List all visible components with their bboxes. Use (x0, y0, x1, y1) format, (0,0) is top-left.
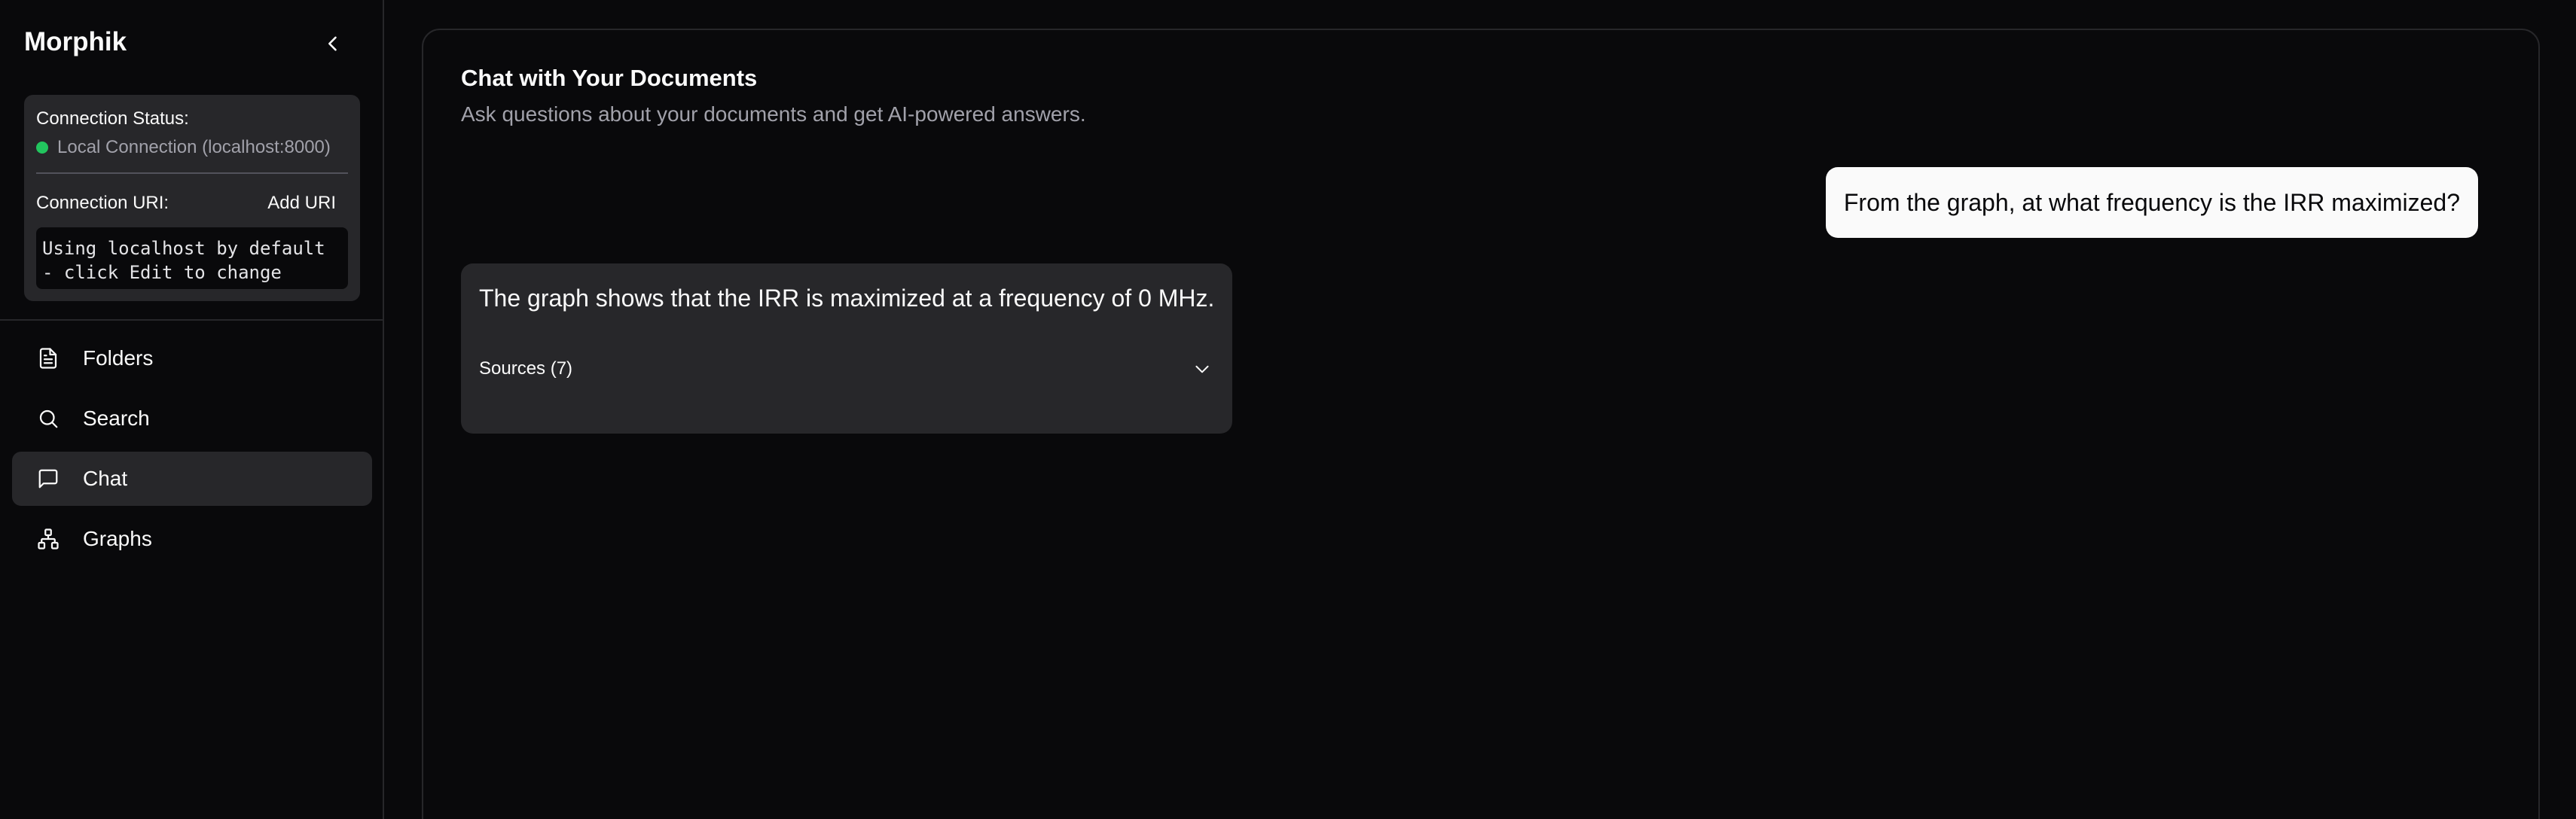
connection-uri-label: Connection URI: (36, 193, 169, 213)
connection-uri-box: Using localhost by default - click Edit … (36, 227, 348, 289)
sidebar: Morphik Connection Status: Local Connect… (0, 0, 384, 819)
chevron-left-icon (328, 36, 337, 51)
document-icon (36, 346, 60, 370)
page-title: Chat with Your Documents (461, 65, 758, 91)
brand-title: Morphik (24, 27, 127, 56)
sources-toggle[interactable]: Sources (7) (479, 348, 1214, 390)
connection-divider (36, 172, 348, 174)
status-dot-icon (36, 142, 48, 154)
connection-status-text: Local Connection (localhost:8000) (57, 137, 331, 157)
sidebar-item-label: Chat (83, 467, 128, 490)
sidebar-item-graphs[interactable]: Graphs (12, 512, 372, 566)
sidebar-item-folders[interactable]: Folders (12, 331, 372, 385)
add-uri-button[interactable]: Add URI (267, 193, 336, 214)
connection-status-label: Connection Status: (36, 108, 189, 129)
connection-status: Local Connection (localhost:8000) (36, 137, 331, 158)
app-root: Morphik Connection Status: Local Connect… (0, 0, 2576, 819)
page-subtitle: Ask questions about your documents and g… (461, 102, 1086, 126)
sidebar-nav: Folders Search Chat Graphs (12, 331, 372, 572)
sources-label: Sources (7) (479, 358, 573, 379)
sidebar-item-label: Search (83, 406, 150, 430)
chevron-down-icon (1190, 357, 1214, 381)
chat-panel: Chat with Your Documents Ask questions a… (422, 29, 2540, 819)
sidebar-item-label: Graphs (83, 527, 152, 550)
sidebar-divider (0, 319, 383, 321)
chat-icon (36, 467, 60, 491)
user-message: From the graph, at what frequency is the… (1825, 167, 2478, 238)
graph-icon (36, 527, 60, 551)
search-icon (36, 406, 60, 431)
sidebar-item-chat[interactable]: Chat (12, 452, 372, 506)
sidebar-item-search[interactable]: Search (12, 391, 372, 446)
collapse-sidebar-button[interactable] (316, 27, 349, 60)
assistant-message: The graph shows that the IRR is maximize… (461, 263, 1232, 434)
sidebar-item-label: Folders (83, 346, 154, 370)
assistant-message-text: The graph shows that the IRR is maximize… (479, 285, 1215, 312)
connection-card: Connection Status: Local Connection (loc… (24, 95, 360, 301)
